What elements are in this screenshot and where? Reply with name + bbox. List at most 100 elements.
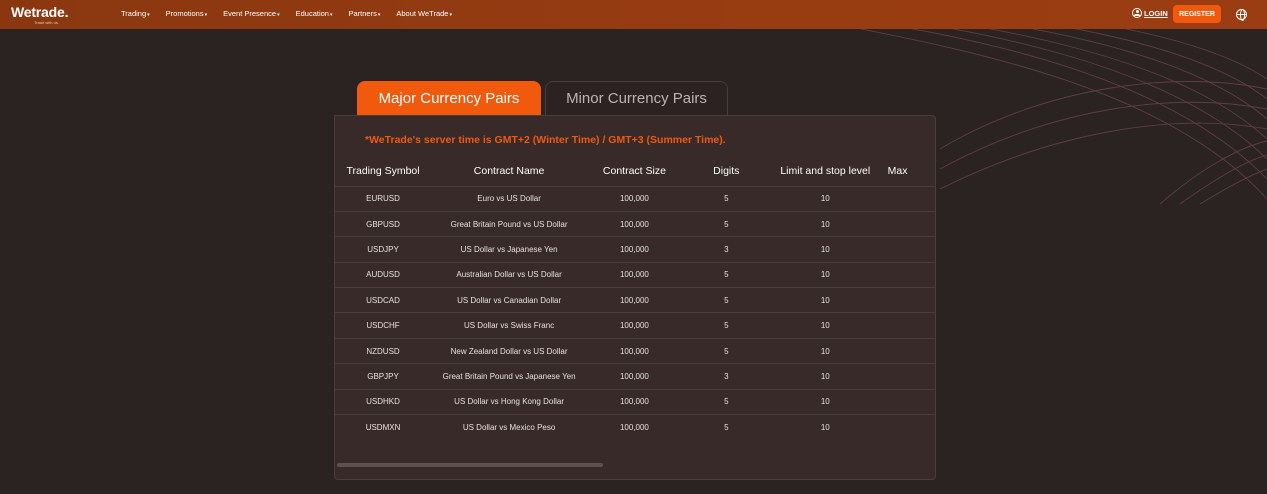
contract-name-cell: US Dollar vs Mexico Peso [462,422,556,432]
symbol-cell: USDHKD [335,389,432,416]
register-button[interactable]: REGISTER [1173,5,1221,23]
contract-size-cell: 100,000 [587,186,682,212]
nav-item-event-presence[interactable]: Event Presence▾ [223,9,279,18]
symbol-cell: USDCHF [335,312,432,339]
contract-size-cell: 100,000 [587,312,682,339]
column-header: Digits [681,156,771,187]
contract-size-cell: 100,000 [587,211,682,238]
symbol-cell: EURUSD [335,186,432,212]
currency-pairs-panel: *WeTrade's server time is GMT+2 (Winter … [334,115,936,480]
contract-size-cell: 100,000 [587,287,682,314]
max-cell [879,236,935,263]
digits-cell: 5 [681,186,771,212]
symbol-cell: NZDUSD [335,338,432,365]
nav-item-partners[interactable]: Partners▾ [348,9,380,18]
max-cell [879,211,935,238]
digits-cell: 5 [681,211,771,238]
digits-cell: 5 [681,262,771,289]
digits-cell: 5 [681,389,771,416]
table-row: GBPJPY Great Britain Pound vs Japanese Ye… [335,363,935,390]
symbol-cell: GBPJPY [335,363,432,390]
column-header: Contract Name [431,156,588,187]
table-row: GBPUSD Great Britain Pound vs US Dollar 10… [335,211,935,238]
globe-icon[interactable] [1236,9,1247,21]
symbol-cell: USDJPY [335,236,432,263]
brand-tagline: Trade with us [34,20,58,25]
top-navigation-bar: Wetrade. Trade with us Trading▾ Promotio… [0,0,1267,29]
contract-size-cell: 100,000 [587,389,682,416]
max-cell [879,287,935,314]
contract-name-cell: US Dollar vs Swiss Franc [431,312,588,339]
column-header: Max [879,156,935,187]
contract-name-cell: US Dollar vs Canadian Dollar [431,287,588,314]
tab-major-currency-pairs[interactable]: Major Currency Pairs [357,81,541,115]
nav-item-trading[interactable]: Trading▾ [121,9,150,18]
contract-name-cell: US Dollar vs Japanese Yen [431,236,588,263]
table-row: USDCAD US Dollar vs Canadian Dollar 100,00… [335,287,935,314]
table-row: USDCHF US Dollar vs Swiss Franc 100,000 5 10 [335,312,935,339]
limit-stop-cell: 10 [770,262,880,289]
server-time-notice: *WeTrade's server time is GMT+2 (Winter … [365,134,726,146]
contract-size-cell: 100,000 [587,363,682,390]
max-cell [879,363,935,390]
limit-stop-cell: 10 [770,312,880,339]
limit-stop-cell: 10 [770,236,880,263]
max-cell [879,389,935,416]
contract-name-cell: Australian Dollar vs US Dollar [431,262,588,289]
table-row: NZDUSD New Zealand Dollar vs US Dollar 100… [335,338,935,365]
main-nav: Trading▾ Promotions▾ Event Presence▾ Edu… [121,9,468,18]
column-header: Contract Size [587,156,682,187]
symbol-cell: AUDUSD [335,262,432,289]
limit-stop-cell: 10 [820,422,830,432]
max-cell [879,262,935,289]
table-header-row: Trading Symbol Contract Name Contract Si… [335,156,935,187]
chevron-down-icon: ▾ [329,12,333,18]
nav-item-education[interactable]: Education▾ [296,9,333,18]
digits-cell: 3 [681,236,771,263]
chevron-down-icon: ▾ [449,12,452,18]
chevron-down-icon: ▾ [277,12,280,18]
max-cell [879,312,935,339]
table-row: USDJPY US Dollar vs Japanese Yen 100,000 3 1… [335,236,935,263]
table-row: AUDUSD Australian Dollar vs US Dollar 100,… [335,262,935,289]
digits-cell: 3 [681,363,771,390]
table-row: USDHKD US Dollar vs Hong Kong Dollar 100,0… [335,389,935,416]
symbol-cell: USDMXN [365,422,401,432]
brand-logo[interactable]: Wetrade. [11,4,68,20]
horizontal-scrollbar[interactable] [337,463,603,467]
column-header: Trading Symbol [335,156,432,187]
digits-cell: 5 [681,338,771,365]
contract-name-cell: Euro vs US Dollar [431,186,588,212]
nav-item-promotions[interactable]: Promotions▾ [166,9,207,18]
contract-name-cell: US Dollar vs Hong Kong Dollar [431,389,588,416]
contract-size-cell: 100,000 [587,236,682,263]
table-row: USDMXN US Dollar vs Mexico Peso 100,000 5 10 [335,415,935,440]
chevron-down-icon: ▾ [147,12,150,18]
limit-stop-cell: 10 [770,287,880,314]
digits-cell: 5 [724,422,729,432]
tab-minor-currency-pairs[interactable]: Minor Currency Pairs [545,81,728,115]
max-cell [879,186,935,212]
login-label: LOGIN [1144,8,1168,18]
table-body: EURUSD Euro vs US Dollar 100,000 5 10 GBPUSD G… [335,186,935,440]
nav-item-about[interactable]: About WeTrade▾ [396,9,452,18]
chevron-down-icon: ▾ [204,12,208,18]
login-link[interactable]: LOGIN [1132,8,1168,18]
currency-pairs-table: Trading Symbol Contract Name Contract Si… [335,156,935,440]
limit-stop-cell: 10 [770,186,880,212]
contract-size-cell: 100,000 [587,338,682,365]
limit-stop-cell: 10 [770,211,880,238]
limit-stop-cell: 10 [770,389,880,416]
digits-cell: 5 [681,312,771,339]
contract-name-cell: Great Britain Pound vs Japanese Yen [431,363,588,390]
symbol-cell: GBPUSD [335,211,432,238]
contract-name-cell: Great Britain Pound vs US Dollar [431,211,588,238]
contract-name-cell: New Zealand Dollar vs US Dollar [431,338,588,365]
limit-stop-cell: 10 [770,363,880,390]
user-icon [1132,8,1142,18]
max-cell [880,415,935,440]
column-header: Limit and stop level [770,156,880,187]
table-row: EURUSD Euro vs US Dollar 100,000 5 10 [335,186,935,212]
contract-size-cell: 100,000 [587,262,682,289]
contract-size-cell: 100,000 [619,422,649,432]
